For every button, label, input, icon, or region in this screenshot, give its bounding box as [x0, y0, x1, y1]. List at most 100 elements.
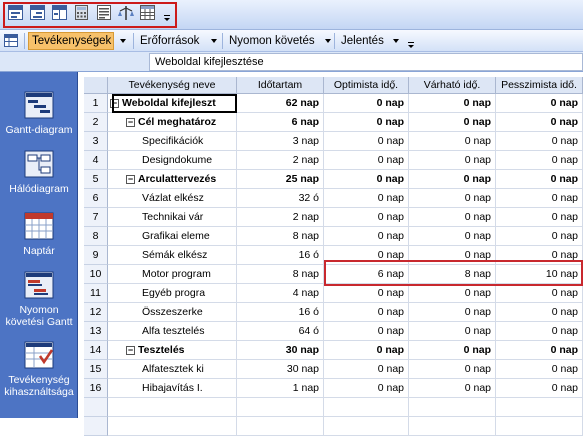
menu-tevekenysegek[interactable]: Tevékenységek: [28, 32, 114, 50]
row-number[interactable]: 13: [84, 322, 108, 341]
pessimistic-cell[interactable]: 0 nap: [496, 208, 583, 227]
select-all-corner[interactable]: [84, 77, 108, 94]
grid-icon[interactable]: [4, 34, 18, 47]
duration-cell[interactable]: 2 nap: [237, 151, 324, 170]
task-name-cell[interactable]: − Tesztelés: [108, 341, 237, 360]
chevron-down-icon[interactable]: [393, 39, 399, 43]
pessimistic-cell[interactable]: 0 nap: [496, 303, 583, 322]
row-number[interactable]: 3: [84, 132, 108, 151]
expected-cell[interactable]: 0 nap: [409, 208, 496, 227]
calculator-icon[interactable]: [73, 4, 90, 21]
collapse-icon[interactable]: −: [126, 345, 135, 355]
empty-cell[interactable]: [108, 417, 237, 436]
duration-cell[interactable]: 62 nap: [237, 94, 324, 113]
empty-cell[interactable]: [324, 417, 409, 436]
duration-cell[interactable]: 8 nap: [237, 265, 324, 284]
table-row[interactable]: 15 Alfatesztek ki 30 nap 0 nap 0 nap 0 nap: [84, 360, 583, 379]
row-number[interactable]: 7: [84, 208, 108, 227]
duration-cell[interactable]: 2 nap: [237, 208, 324, 227]
row-number[interactable]: 16: [84, 379, 108, 398]
table-row[interactable]: 11 Egyéb progra 4 nap 0 nap 0 nap 0 nap: [84, 284, 583, 303]
empty-row[interactable]: [84, 398, 583, 417]
expected-cell[interactable]: 0 nap: [409, 113, 496, 132]
column-header-pessimistic[interactable]: Pesszimista idő.: [496, 77, 583, 94]
table-icon[interactable]: [139, 4, 156, 21]
duration-cell[interactable]: 30 nap: [237, 341, 324, 360]
duration-cell[interactable]: 30 nap: [237, 360, 324, 379]
expected-cell[interactable]: 0 nap: [409, 170, 496, 189]
optimistic-cell[interactable]: 0 nap: [324, 132, 409, 151]
entry-field[interactable]: Weboldal kifejlesztése: [149, 53, 583, 71]
duration-cell[interactable]: 8 nap: [237, 227, 324, 246]
optimistic-cell[interactable]: 0 nap: [324, 303, 409, 322]
task-name-cell[interactable]: Alfatesztek ki: [108, 360, 237, 379]
duration-cell[interactable]: 16 ó: [237, 246, 324, 265]
task-name-cell[interactable]: Hibajavítás I.: [108, 379, 237, 398]
duration-cell[interactable]: 32 ó: [237, 189, 324, 208]
pessimistic-cell[interactable]: 0 nap: [496, 170, 583, 189]
table-row[interactable]: 14− Tesztelés 30 nap 0 nap 0 nap 0 nap: [84, 341, 583, 360]
row-number[interactable]: 4: [84, 151, 108, 170]
task-name-cell[interactable]: Designdokume: [108, 151, 237, 170]
expected-cell[interactable]: 0 nap: [409, 303, 496, 322]
row-number[interactable]: 14: [84, 341, 108, 360]
view-gantt-diagram[interactable]: Gantt-diagram: [0, 90, 78, 136]
empty-cell[interactable]: [324, 398, 409, 417]
row-number[interactable]: 10: [84, 265, 108, 284]
expected-cell[interactable]: 0 nap: [409, 227, 496, 246]
empty-cell[interactable]: [409, 398, 496, 417]
view-nyomon-kovetesi-gantt[interactable]: Nyomon követési Gantt: [0, 270, 78, 328]
task-name-cell[interactable]: − Cél meghatároz: [108, 113, 237, 132]
expected-cell[interactable]: 0 nap: [409, 94, 496, 113]
pessimistic-cell[interactable]: 0 nap: [496, 379, 583, 398]
duration-cell[interactable]: 6 nap: [237, 113, 324, 132]
row-number[interactable]: 2: [84, 113, 108, 132]
table-row[interactable]: 3 Specifikációk 3 nap 0 nap 0 nap 0 nap: [84, 132, 583, 151]
table-row[interactable]: 4 Designdokume 2 nap 0 nap 0 nap 0 nap: [84, 151, 583, 170]
expected-cell[interactable]: 0 nap: [409, 379, 496, 398]
pessimistic-cell[interactable]: 0 nap: [496, 94, 583, 113]
row-number[interactable]: 9: [84, 246, 108, 265]
chevron-down-icon[interactable]: [211, 39, 217, 43]
duration-cell[interactable]: 16 ó: [237, 303, 324, 322]
expected-cell[interactable]: 0 nap: [409, 322, 496, 341]
optimistic-cell[interactable]: 0 nap: [324, 341, 409, 360]
duration-cell[interactable]: 1 nap: [237, 379, 324, 398]
expected-cell[interactable]: 0 nap: [409, 189, 496, 208]
task-info-icon[interactable]: [95, 4, 112, 21]
chevron-down-icon[interactable]: [120, 39, 126, 43]
task-name-cell[interactable]: Technikai vár: [108, 208, 237, 227]
optimistic-cell[interactable]: 0 nap: [324, 94, 409, 113]
pessimistic-cell[interactable]: 0 nap: [496, 189, 583, 208]
table-row[interactable]: 8 Grafikai eleme 8 nap 0 nap 0 nap 0 nap: [84, 227, 583, 246]
chevron-down-icon[interactable]: [325, 39, 331, 43]
pessimistic-cell[interactable]: 0 nap: [496, 360, 583, 379]
optimistic-cell[interactable]: 0 nap: [324, 322, 409, 341]
optimistic-cell[interactable]: 0 nap: [324, 208, 409, 227]
row-number[interactable]: 15: [84, 360, 108, 379]
expected-cell[interactable]: 0 nap: [409, 284, 496, 303]
pessimistic-cell[interactable]: 0 nap: [496, 227, 583, 246]
task-name-cell[interactable]: Alfa tesztelés: [108, 322, 237, 341]
optimistic-cell[interactable]: 0 nap: [324, 360, 409, 379]
optimistic-cell[interactable]: 0 nap: [324, 170, 409, 189]
pessimistic-cell[interactable]: 0 nap: [496, 113, 583, 132]
table-row[interactable]: 13 Alfa tesztelés 64 ó0 nap 0 nap 0 nap: [84, 322, 583, 341]
optimistic-cell[interactable]: 0 nap: [324, 379, 409, 398]
empty-row[interactable]: [84, 417, 583, 436]
column-header-optimistic[interactable]: Optimista idő̱.: [324, 77, 409, 94]
table-row[interactable]: 12 Összeszerke 16 ó0 nap 0 nap 0 nap: [84, 303, 583, 322]
duration-cell[interactable]: 64 ó: [237, 322, 324, 341]
row-number[interactable]: 6: [84, 189, 108, 208]
pessimistic-cell[interactable]: 0 nap: [496, 322, 583, 341]
empty-cell[interactable]: [496, 417, 583, 436]
menu-eroforrasok[interactable]: Erőforrások: [136, 32, 212, 50]
empty-cell[interactable]: [496, 398, 583, 417]
duration-cell[interactable]: 4 nap: [237, 284, 324, 303]
view-tevekenyseg-kihasznaltsaga[interactable]: Tevékenység kihasználtsága: [0, 340, 78, 398]
menu-jelentes[interactable]: Jelentés: [337, 32, 397, 50]
menu-nyomon-kovetes[interactable]: Nyomon követés: [225, 32, 325, 50]
pessimistic-cell[interactable]: 0 nap: [496, 151, 583, 170]
toolbar-options-icon[interactable]: [406, 41, 416, 51]
task-name-cell[interactable]: Grafikai eleme: [108, 227, 237, 246]
